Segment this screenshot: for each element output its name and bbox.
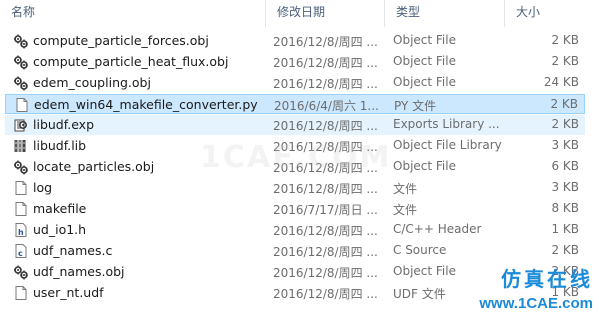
file-type: PY 文件 bbox=[394, 99, 437, 113]
file-type: UDF 文件 bbox=[393, 287, 446, 301]
file-size: 2 KB bbox=[550, 97, 578, 111]
column-header-name[interactable]: ⌃ 名称 bbox=[0, 0, 266, 27]
watermark-logo: 1CAE.COM bbox=[200, 140, 392, 175]
library-file-icon bbox=[13, 138, 29, 154]
file-row[interactable]: makefile 2016/7/17/周日 ... 文件 8 KB bbox=[5, 199, 585, 219]
file-modified-date: 2016/12/8/周四 ... bbox=[273, 56, 378, 70]
column-header-type-label: 类型 bbox=[396, 5, 421, 19]
file-name: ud_io1.h bbox=[33, 222, 87, 237]
file-type: Object File bbox=[393, 33, 456, 47]
file-size: 8 KB bbox=[551, 201, 579, 215]
file-type: Object File Library bbox=[393, 138, 502, 152]
file-modified-date: 2016/12/8/周四 ... bbox=[273, 119, 378, 133]
object-file-icon bbox=[13, 75, 29, 91]
sort-ascending-icon: ⌃ bbox=[131, 0, 139, 7]
file-name: compute_particle_heat_flux.obj bbox=[33, 54, 229, 69]
file-type: 文件 bbox=[393, 203, 418, 217]
py-file-icon bbox=[14, 97, 30, 113]
file-type: Object File bbox=[393, 264, 456, 278]
file-name: compute_particle_forces.obj bbox=[33, 33, 209, 48]
file-name: udf_names.c bbox=[33, 243, 113, 258]
file-type: Object File bbox=[393, 159, 456, 173]
column-header-size-label: 大小 bbox=[516, 5, 541, 19]
blank-file-icon bbox=[13, 201, 29, 217]
file-modified-date: 2016/12/8/周四 ... bbox=[273, 266, 378, 280]
file-row[interactable]: udf_names.obj 2016/12/8/周四 ... Object File… bbox=[5, 262, 585, 282]
file-modified-date: 2016/12/8/周四 ... bbox=[273, 287, 378, 301]
blank-file-icon bbox=[13, 180, 29, 196]
file-name: edem_win64_makefile_converter.py bbox=[34, 97, 258, 112]
file-row[interactable]: compute_particle_forces.obj 2016/12/8/周四 … bbox=[5, 31, 585, 51]
file-type: Exports Library ... bbox=[393, 117, 500, 131]
file-modified-date: 2016/12/8/周四 ... bbox=[273, 245, 378, 259]
file-size: 3 KB bbox=[551, 138, 579, 152]
column-header-bar: ⌃ 名称 修改日期 类型 大小 bbox=[0, 0, 599, 27]
file-modified-date: 2016/12/8/周四 ... bbox=[273, 77, 378, 91]
header-file-icon: h bbox=[13, 222, 29, 238]
object-file-icon bbox=[13, 159, 29, 175]
file-row[interactable]: h ud_io1.h 2016/12/8/周四 ... C/C++ Header 1 K… bbox=[5, 220, 585, 240]
object-file-icon bbox=[13, 33, 29, 49]
file-size: 24 KB bbox=[543, 75, 579, 89]
svg-text:c: c bbox=[18, 249, 23, 258]
file-size: 1 KB bbox=[551, 222, 579, 236]
brand-url-text: www.1CAE.com bbox=[479, 295, 593, 312]
file-modified-date: 2016/12/8/周四 ... bbox=[273, 35, 378, 49]
file-name: edem_coupling.obj bbox=[33, 75, 151, 90]
object-file-icon bbox=[13, 54, 29, 70]
file-row[interactable]: libudf.exp 2016/12/8/周四 ... Exports Librar… bbox=[5, 115, 585, 135]
file-name: makefile bbox=[33, 201, 87, 216]
file-type: Object File bbox=[393, 54, 456, 68]
file-size: 2 KB bbox=[551, 54, 579, 68]
file-type: C/C++ Header bbox=[393, 222, 482, 236]
file-size: 2 KB bbox=[551, 117, 579, 131]
blank-file-icon bbox=[13, 285, 29, 301]
column-header-type[interactable]: 类型 bbox=[385, 0, 505, 27]
brand-logo-text: 仿真在线 bbox=[501, 267, 593, 291]
file-name: udf_names.obj bbox=[33, 264, 125, 279]
file-row[interactable]: edem_coupling.obj 2016/12/8/周四 ... Object … bbox=[5, 73, 585, 93]
column-header-date-label: 修改日期 bbox=[277, 5, 326, 19]
file-row[interactable]: c udf_names.c 2016/12/8/周四 ... C Source 2 KB bbox=[5, 241, 585, 261]
file-type: Object File bbox=[393, 75, 456, 89]
file-row[interactable]: log 2016/12/8/周四 ... 文件 3 KB bbox=[5, 178, 585, 198]
column-header-date[interactable]: 修改日期 bbox=[266, 0, 385, 27]
column-header-size[interactable]: 大小 bbox=[505, 0, 599, 27]
file-size: 2 KB bbox=[551, 243, 579, 257]
file-name: locate_particles.obj bbox=[33, 159, 155, 174]
file-size: 2 KB bbox=[551, 33, 579, 47]
file-type: 文件 bbox=[393, 182, 418, 196]
file-type: C Source bbox=[393, 243, 447, 257]
c-source-file-icon: c bbox=[13, 243, 29, 259]
file-name: user_nt.udf bbox=[33, 285, 104, 300]
file-size: 3 KB bbox=[551, 180, 579, 194]
svg-text:h: h bbox=[18, 228, 24, 237]
object-file-icon bbox=[13, 264, 29, 280]
file-size: 6 KB bbox=[551, 159, 579, 173]
file-name: libudf.lib bbox=[33, 138, 87, 153]
file-row[interactable]: compute_particle_heat_flux.obj 2016/12/8/… bbox=[5, 52, 585, 72]
file-row[interactable]: edem_win64_makefile_converter.py 2016/6/4… bbox=[5, 94, 585, 114]
file-name: libudf.exp bbox=[33, 117, 95, 132]
file-modified-date: 2016/6/4/周六 1... bbox=[274, 99, 379, 113]
file-modified-date: 2016/7/17/周日 ... bbox=[273, 203, 378, 217]
file-modified-date: 2016/12/8/周四 ... bbox=[273, 224, 378, 238]
column-header-name-label: 名称 bbox=[11, 5, 36, 19]
exports-file-icon bbox=[13, 117, 29, 133]
file-modified-date: 2016/12/8/周四 ... bbox=[273, 182, 378, 196]
file-name: log bbox=[33, 180, 53, 195]
